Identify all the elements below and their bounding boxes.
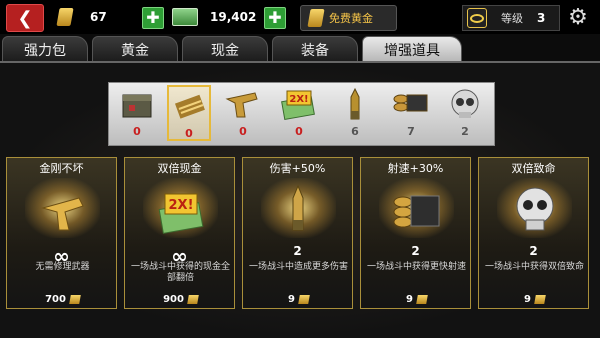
level-value: 3	[537, 11, 546, 25]
card-quantity: 2	[411, 244, 420, 258]
add-cash-button[interactable]: ✚	[264, 7, 286, 29]
gold-value: 67	[90, 10, 107, 24]
item-count: 2	[461, 125, 469, 138]
strip-item-bullets[interactable]: 0	[167, 85, 211, 141]
free-gold-button[interactable]: 免费黄金	[300, 5, 397, 31]
tab-label: 装备	[301, 42, 329, 59]
tab-cash[interactable]: 现金	[182, 36, 268, 62]
gold-bar-icon	[298, 294, 310, 304]
item-count: 0	[239, 125, 247, 138]
top-bar: ❮ 67 ✚ 19,402 ✚ 免费黄金 等级 3 ⚙	[0, 0, 600, 34]
booster-card-damage[interactable]: 伤害+50% 2 一场战斗中造成更多伤害 9	[242, 157, 353, 309]
booster-card-double-lethal[interactable]: 双倍致命 2 一场战斗中获得双倍致命 9	[478, 157, 589, 309]
strip-item-bullet-rounds[interactable]: 7	[389, 85, 433, 141]
double-badge-text: 2X!	[289, 94, 308, 105]
free-gold-label: 免费黄金	[329, 12, 373, 25]
card-description: 一场战斗中造成更多伤害	[248, 262, 348, 272]
price-tag: 9	[243, 291, 354, 307]
card-title: 金刚不坏	[39, 162, 84, 175]
booster-card-invincible[interactable]: 金刚不坏 ∞ 无需修理武器 700	[6, 157, 117, 309]
price-value: 9	[288, 293, 295, 305]
price-tag: 900	[125, 291, 236, 307]
inventory-strip: 0 0 0 2X! 0 6 7 2	[108, 82, 495, 146]
gold-pistol-icon	[41, 197, 84, 231]
strip-item-pistol[interactable]: 0	[221, 85, 265, 141]
price-value: 700	[45, 293, 66, 305]
tab-power-pack[interactable]: 强力包	[2, 36, 88, 62]
gold-bar-icon	[534, 294, 546, 304]
item-count: 0	[295, 125, 303, 138]
tab-equipment[interactable]: 装备	[272, 36, 358, 62]
gold-bar-icon	[187, 294, 199, 304]
price-value: 9	[406, 293, 413, 305]
tab-label: 现金	[211, 42, 239, 59]
card-description: 无需修理武器	[35, 262, 90, 272]
back-button[interactable]: ❮	[6, 4, 44, 32]
strip-item-ammo-box[interactable]: 0	[115, 85, 159, 141]
gold-resource: 67	[56, 6, 107, 28]
settings-button[interactable]: ⚙	[564, 4, 592, 30]
gold-bar-icon	[56, 8, 74, 26]
sniper-bullet-icon	[350, 87, 360, 120]
bullets-icon	[174, 94, 205, 119]
card-description: 一场战斗中获得的现金全部翻倍	[130, 262, 230, 283]
price-tag: 9	[361, 291, 472, 307]
bullet-rounds-icon	[393, 195, 440, 228]
card-title: 双倍致命	[511, 162, 556, 175]
gold-stack-icon	[307, 9, 325, 27]
cash-value: 19,402	[210, 10, 257, 24]
pistol-icon	[225, 92, 258, 118]
tab-boosters[interactable]: 增强道具	[362, 36, 462, 62]
strip-item-skull[interactable]: 2	[443, 85, 487, 141]
cash-resource: 19,402	[172, 6, 256, 28]
price-tag: 9	[479, 291, 590, 307]
item-count: 7	[407, 125, 415, 138]
level-label: 等级	[501, 12, 523, 25]
booster-card-double-cash[interactable]: 双倍现金 2X! ∞ 一场战斗中获得的现金全部翻倍 900	[124, 157, 235, 309]
strip-item-double-cash[interactable]: 2X! 0	[277, 85, 321, 141]
card-quantity: 2	[529, 244, 538, 258]
shop-tabs: 强力包 黄金 现金 装备 增强道具	[0, 36, 600, 62]
booster-card-fire-rate[interactable]: 射速+30% 2 一场战斗中获得更快射速 9	[360, 157, 471, 309]
tab-label: 强力包	[24, 42, 66, 59]
card-title: 射速+30%	[387, 162, 444, 175]
tab-label: 黄金	[121, 42, 149, 59]
level-display: 等级 3	[462, 5, 560, 31]
price-value: 900	[163, 293, 184, 305]
bullet-icon	[292, 184, 304, 231]
card-title: 伤害+50%	[269, 162, 326, 175]
price-tag: 700	[7, 291, 118, 307]
item-count: 6	[351, 125, 359, 138]
double-cash-icon: 2X!	[281, 90, 315, 121]
strip-item-sniper-bullet[interactable]: 6	[333, 85, 377, 141]
skull-icon	[451, 89, 479, 118]
price-value: 9	[524, 293, 531, 305]
gold-bar-icon	[69, 294, 81, 304]
gold-bar-icon	[416, 294, 428, 304]
gear-icon: ⚙	[568, 4, 588, 30]
level-ring-icon	[467, 8, 487, 28]
skull-icon	[516, 187, 554, 231]
card-description: 一场战斗中获得双倍致命	[484, 262, 584, 272]
plus-icon: ✚	[268, 8, 282, 27]
tab-gold[interactable]: 黄金	[92, 36, 178, 62]
card-quantity: 2	[293, 244, 302, 258]
add-gold-button[interactable]: ✚	[142, 7, 164, 29]
double-badge-text: 2X!	[169, 198, 194, 213]
ammo-box-icon	[122, 94, 152, 118]
item-count: 0	[185, 127, 193, 140]
card-title: 双倍现金	[157, 162, 202, 175]
bullet-rounds-icon	[393, 94, 428, 112]
back-arrow-icon: ❮	[17, 7, 33, 29]
plus-icon: ✚	[146, 8, 160, 27]
tab-label: 增强道具	[384, 42, 440, 59]
double-cash-icon: 2X!	[158, 193, 204, 234]
card-description: 一场战斗中获得更快射速	[366, 262, 466, 272]
item-count: 0	[133, 125, 141, 138]
cash-icon	[172, 8, 198, 26]
